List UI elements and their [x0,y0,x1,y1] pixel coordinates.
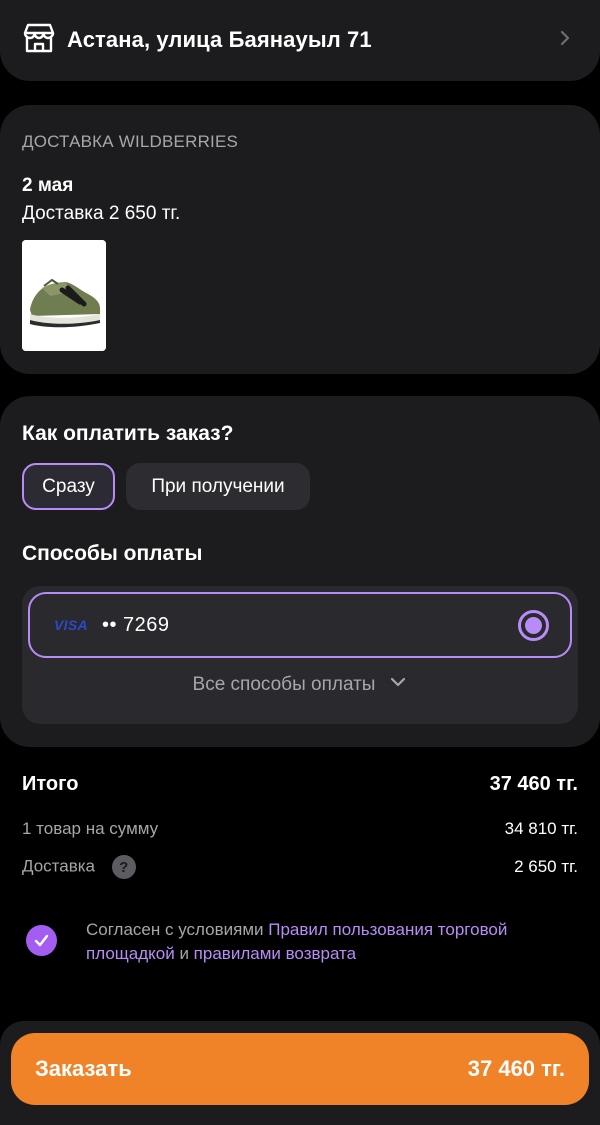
radio-dot [525,617,542,634]
payment-methods-box: VISA •• 7269 Все способы оплаты [22,586,578,724]
address-text: Астана, улица Баянауыл 71 [67,27,372,52]
pay-on-delivery-chip[interactable]: При получении [126,463,310,510]
delivery-date: 2 мая [22,175,74,196]
return-rules-link[interactable]: правилами возврата [194,944,356,963]
total-value: 37 460 тг. [489,772,578,795]
all-payment-methods-button[interactable]: Все способы оплаты [22,670,578,700]
items-row: 1 товар на сумму 34 810 тг. [22,816,578,842]
visa-logo: VISA [54,617,88,633]
delivery-cost: Доставка 2 650 тг. [22,203,181,224]
sneaker-image [22,240,106,351]
order-button-amount: 37 460 тг. [467,1056,565,1081]
payment-card: Как оплатить заказ? Сразу При получении … [0,396,600,747]
bottom-bar: Заказать 37 460 тг. [0,1021,600,1125]
total-row: Итого 37 460 тг. [22,768,578,800]
help-icon[interactable]: ? [111,855,136,879]
checkmark-icon [34,934,49,947]
terms-text: Согласен с условиями Правил пользования … [86,918,576,966]
card-radio[interactable] [518,610,549,641]
chevron-right-icon[interactable] [556,29,574,52]
terms-checkbox[interactable] [26,925,57,956]
total-label: Итого [22,772,79,795]
items-label: 1 товар на сумму [22,819,159,838]
payment-question: Как оплатить заказ? [22,422,234,445]
chevron-down-icon [375,673,407,697]
delivery-cost-value: 2 650 тг. [514,857,578,876]
terms-prefix: Согласен с условиями [86,920,269,939]
card-number: •• 7269 [102,613,170,636]
payment-methods-title: Способы оплаты [22,542,203,565]
delivery-row: Доставка ? 2 650 тг. [22,852,578,882]
product-thumbnail[interactable] [22,240,106,351]
order-button[interactable]: Заказать 37 460 тг. [11,1033,589,1105]
items-value: 34 810 тг. [504,819,578,838]
pay-now-chip[interactable]: Сразу [22,463,115,510]
terms-middle: и [174,944,194,963]
delivery-card: ДОСТАВКА WILDBERRIES 2 мая Доставка 2 65… [0,105,600,374]
delivery-cost-label: Доставка [22,856,96,876]
address-row[interactable]: Астана, улица Баянауыл 71 [22,20,574,60]
delivery-label: ДОСТАВКА WILDBERRIES [22,132,239,151]
order-button-label: Заказать [35,1056,132,1081]
address-card[interactable]: Астана, улица Баянауыл 71 [0,0,600,81]
store-icon [22,21,67,60]
all-methods-label: Все способы оплаты [192,674,376,695]
saved-card-option[interactable]: VISA •• 7269 [28,592,572,658]
